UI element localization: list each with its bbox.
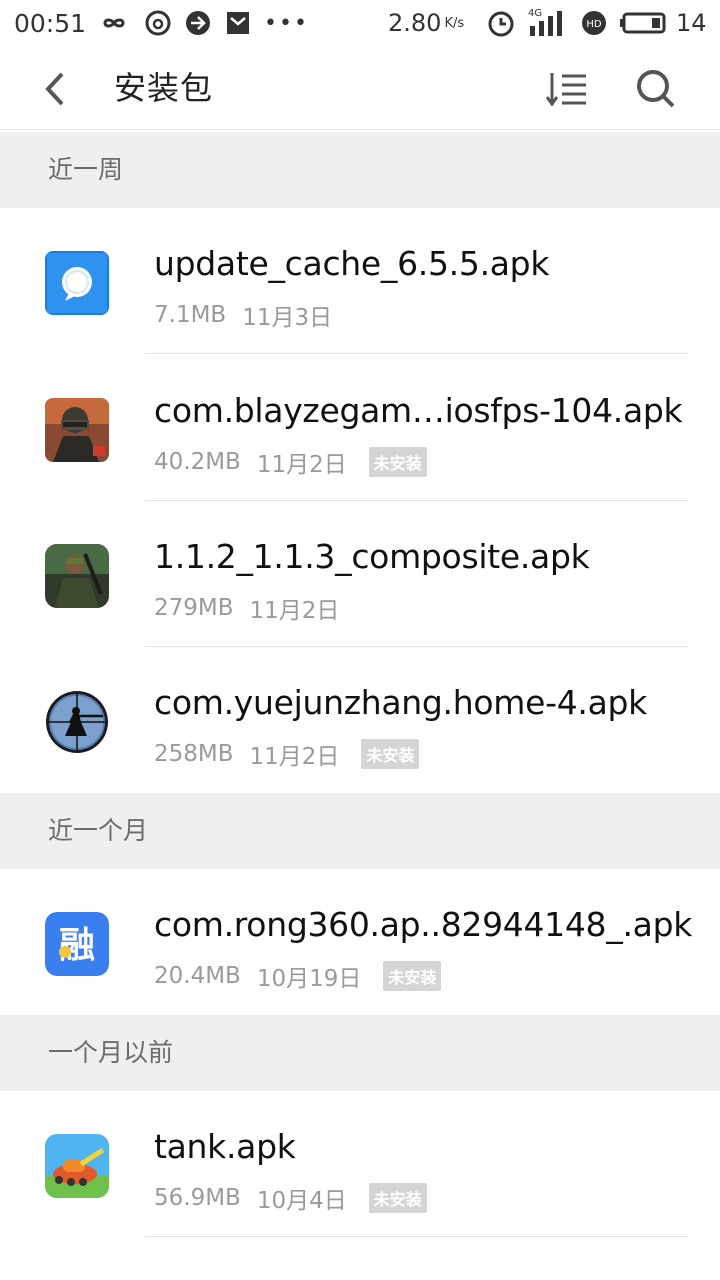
- section-header-older: 一个月以前: [0, 1015, 720, 1091]
- file-date: 11月2日: [249, 744, 340, 770]
- chevron-left-icon: [45, 72, 64, 106]
- battery-level: 14: [676, 9, 707, 37]
- file-size: 56.9MB: [154, 1185, 241, 1211]
- section-header-week: 近一周: [0, 132, 720, 208]
- file-size: 258MB: [154, 741, 234, 767]
- blue-bubble-app-icon: [45, 251, 109, 315]
- tank-game-icon: [45, 1134, 109, 1198]
- file-name: com.yuejunzhang.home-4.apk: [154, 683, 647, 722]
- file-size: 40.2MB: [154, 449, 241, 475]
- survival-game-icon: [45, 544, 109, 608]
- infinity-icon: [96, 0, 132, 46]
- file-name: tank.apk: [154, 1127, 296, 1166]
- file-size: 7.1MB: [154, 302, 227, 328]
- signal-icon: 4G: [526, 0, 568, 46]
- sync-app-icon: [184, 0, 212, 46]
- file-meta: 258MB 11月2日 未安装: [154, 737, 420, 771]
- network-speed-unit: K/s: [444, 15, 465, 31]
- app-bar: 安装包: [0, 46, 720, 130]
- file-date: 10月4日: [256, 1188, 347, 1214]
- file-size: 20.4MB: [154, 963, 241, 989]
- network-speed: 2.80 K/s: [388, 0, 464, 46]
- sniper-scope-icon: [45, 690, 109, 754]
- file-name: com.rong360.ap..82944148_.apk: [154, 905, 693, 944]
- more-notifications-icon: •••: [264, 10, 309, 36]
- file-name: com.blayzegam…iosfps-104.apk: [154, 391, 683, 430]
- not-installed-badge: 未安装: [383, 961, 442, 991]
- search-button[interactable]: [628, 64, 684, 114]
- network-type: 4G: [528, 8, 543, 19]
- back-button[interactable]: [30, 64, 80, 114]
- search-icon: [637, 70, 675, 108]
- not-installed-badge: 未安装: [368, 1183, 427, 1213]
- status-bar: 00:51 ••• 2.80 K/s 4G HD 14: [0, 0, 720, 46]
- page-title: 安装包: [114, 69, 214, 107]
- sort-button[interactable]: [538, 64, 594, 114]
- file-date: 11月2日: [256, 452, 347, 478]
- not-installed-badge: 未安装: [361, 739, 420, 769]
- sort-icon: [545, 73, 586, 107]
- file-date: 10月19日: [256, 966, 362, 992]
- svg-text:融: 融: [59, 925, 95, 966]
- file-name: 1.1.2_1.1.3_composite.apk: [154, 537, 590, 576]
- list-item[interactable]: update_cache_6.5.5.apk 7.1MB 11月3日: [0, 208, 720, 354]
- mail-app-icon: [226, 0, 250, 46]
- list-item[interactable]: 1.1.2_1.1.3_composite.apk 279MB 11月2日: [0, 501, 720, 647]
- hd-voice-icon: HD: [580, 0, 608, 46]
- list-item[interactable]: com.blayzegam…iosfps-104.apk 40.2MB 11月2…: [0, 355, 720, 501]
- file-date: 11月3日: [242, 305, 333, 331]
- list-item[interactable]: tank.apk 56.9MB 10月4日 未安装: [0, 1091, 720, 1237]
- list-item[interactable]: 融 com.rong360.ap..82944148_.apk 20.4MB 1…: [0, 869, 720, 1015]
- not-installed-badge: 未安装: [368, 447, 427, 477]
- netease-music-icon: [144, 0, 172, 46]
- file-meta: 7.1MB 11月3日: [154, 298, 332, 332]
- file-meta: 56.9MB 10月4日 未安装: [154, 1181, 427, 1215]
- divider: [145, 353, 688, 354]
- network-speed-value: 2.80: [388, 9, 442, 37]
- battery-icon: [620, 0, 668, 46]
- section-header-month: 近一个月: [0, 793, 720, 869]
- file-size: 279MB: [154, 595, 234, 621]
- soldier-game-icon: [45, 398, 109, 462]
- file-meta: 20.4MB 10月19日 未安装: [154, 959, 442, 993]
- divider: [145, 1236, 688, 1237]
- svg-text:HD: HD: [586, 19, 602, 30]
- file-meta: 40.2MB 11月2日 未安装: [154, 445, 427, 479]
- file-name: update_cache_6.5.5.apk: [154, 244, 550, 283]
- alarm-icon: [486, 0, 516, 46]
- file-date: 11月2日: [249, 598, 340, 624]
- list-item[interactable]: com.yuejunzhang.home-4.apk 258MB 11月2日 未…: [0, 647, 720, 793]
- rong-finance-icon: 融: [45, 912, 109, 976]
- file-meta: 279MB 11月2日: [154, 591, 339, 625]
- status-time: 00:51: [14, 8, 87, 38]
